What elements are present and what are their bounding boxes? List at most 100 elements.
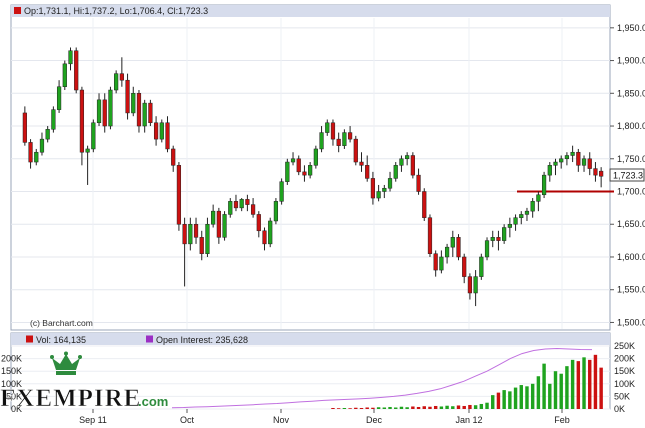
candle-body: [570, 151, 575, 156]
candle-body: [530, 201, 535, 212]
volume-bar: [468, 404, 472, 409]
volume-bar: [336, 408, 341, 409]
candle-body: [56, 86, 62, 110]
volume-right-tick-label: 150K: [614, 366, 635, 376]
price-tick-label: 1,600.0: [617, 252, 645, 262]
candle-body: [62, 63, 67, 87]
price-tick-label: 1,800.0: [617, 121, 645, 131]
candle-body: [279, 181, 284, 202]
x-tick-label: Nov: [273, 415, 290, 425]
candle-body: [410, 155, 415, 176]
price-legend: Op:1,731.1, Hi:1,737.2, Lo:1,706.4, Cl:1…: [24, 6, 208, 16]
last-price-marker: 1,723.3: [609, 168, 645, 182]
volume-bar: [513, 387, 518, 409]
price-tick-label: 1,700.0: [617, 187, 645, 197]
volume-bar: [496, 392, 501, 409]
candle-body: [496, 237, 501, 241]
volume-legend: Vol: 164,135: [36, 335, 86, 345]
candle-body: [433, 253, 438, 271]
candle-body: [85, 148, 90, 153]
volume-bar: [376, 407, 381, 409]
candle-body: [490, 237, 495, 241]
candle-body: [359, 161, 364, 166]
volume-bar: [599, 367, 603, 409]
candle-body: [467, 276, 473, 294]
candle-body: [541, 174, 547, 196]
volume-bar: [588, 359, 592, 409]
candle-body: [114, 73, 119, 91]
candle-body: [142, 102, 147, 127]
candle-body: [39, 138, 45, 153]
candle-body: [507, 223, 512, 228]
candle-body: [422, 191, 427, 218]
candle-body: [342, 132, 347, 146]
candle-body: [399, 158, 404, 166]
candle-body: [353, 138, 358, 163]
candle-body: [319, 132, 324, 150]
x-tick-label: Jan 12: [455, 415, 482, 425]
candle-body: [22, 112, 27, 143]
volume-bar: [485, 402, 489, 409]
price-tick-label: 1,550.0: [617, 285, 645, 295]
logo-text: FXEMPIRE: [0, 385, 141, 412]
candle-body: [74, 50, 79, 91]
candle-body: [290, 158, 296, 163]
candle-body: [536, 194, 541, 202]
volume-bar: [445, 405, 449, 409]
volume-bar: [491, 395, 495, 409]
volume-bar: [433, 405, 438, 409]
volume-bar: [371, 407, 375, 409]
volume-left-tick-label: 150K: [1, 366, 22, 376]
volume-bar: [576, 361, 581, 409]
volume-bar: [388, 406, 392, 409]
volume-bar: [508, 391, 512, 409]
candle-body: [587, 158, 592, 169]
candle-body: [524, 210, 530, 215]
candle-body: [599, 170, 604, 177]
x-tick-label: Oct: [180, 415, 195, 425]
volume-bar: [439, 406, 444, 409]
candle-body: [330, 122, 336, 140]
volume-bar: [382, 407, 387, 409]
candle-body: [222, 214, 227, 238]
candle-body: [347, 132, 353, 140]
volume-bar: [399, 406, 404, 409]
candle-body: [553, 161, 558, 166]
volume-right-tick-label: 50K: [614, 391, 630, 401]
candle-body: [68, 50, 73, 65]
candle-body: [376, 191, 381, 199]
price-tick-label: 1,650.0: [617, 219, 645, 229]
volume-bar: [348, 408, 352, 409]
price-tick-label: 1,750.0: [617, 154, 645, 164]
volume-bar: [416, 406, 421, 409]
candle-body: [148, 102, 153, 124]
candle-body: [216, 210, 221, 238]
candle-body: [165, 122, 170, 150]
candle-body: [473, 276, 478, 294]
volume-bar: [422, 406, 426, 409]
candle-body: [439, 256, 444, 271]
price-tick-label: 1,850.0: [617, 88, 645, 98]
volume-bar: [565, 366, 569, 409]
oi-legend: Open Interest: 235,628: [156, 335, 248, 345]
candle-body: [502, 227, 507, 241]
volume-bar: [553, 371, 558, 409]
candle-body: [365, 165, 370, 179]
candle-body: [205, 223, 210, 254]
candle-body: [153, 122, 159, 140]
price-tick-label: 1,950.0: [617, 23, 645, 33]
candle-body: [79, 89, 85, 153]
candle-body: [405, 155, 410, 160]
candle-body: [456, 237, 461, 258]
volume-bar: [570, 359, 575, 409]
candle-body: [547, 165, 552, 176]
candle-body: [427, 217, 433, 254]
candle-body: [519, 214, 524, 218]
volume-bar: [394, 407, 398, 409]
volume-bar: [542, 363, 546, 409]
candle-body: [51, 109, 56, 130]
candle-body: [313, 148, 318, 166]
oi-legend-swatch: [146, 335, 153, 343]
candle-body: [576, 151, 581, 166]
volume-bar: [582, 357, 586, 409]
